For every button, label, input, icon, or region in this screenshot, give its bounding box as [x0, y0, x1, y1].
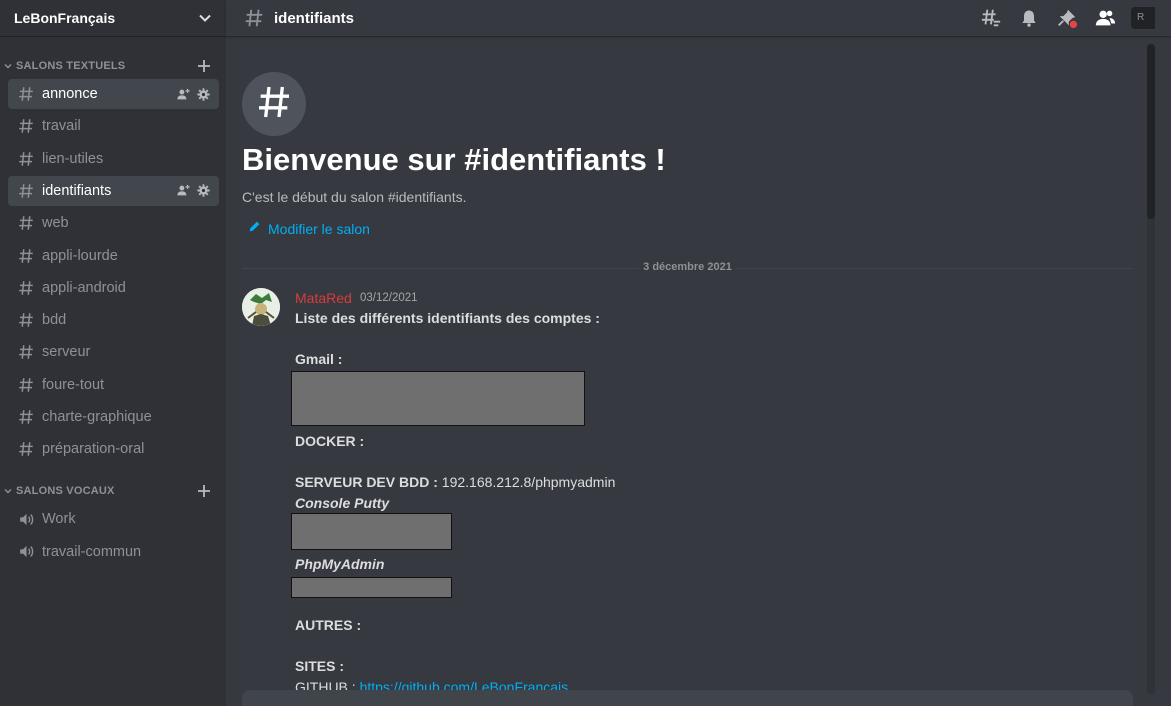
server-dev-value: 192.168.212.8/phpmyadmin	[441, 474, 616, 490]
bell-icon[interactable]	[1017, 6, 1041, 30]
members-icon[interactable]	[1093, 6, 1117, 30]
redacted-block	[291, 513, 452, 550]
phpmyadmin-label: PhpMyAdmin	[295, 556, 385, 572]
channel-item[interactable]: travail	[8, 111, 219, 141]
message-composer[interactable]	[242, 690, 1133, 706]
channel-label: identifiants	[42, 182, 112, 199]
channel-item[interactable]: serveur	[8, 337, 219, 367]
chevron-down-icon	[4, 61, 14, 71]
gear-icon[interactable]	[196, 87, 211, 102]
channel-sidebar: LeBonFrançais SALONS TEXTUELS annonce tra…	[0, 0, 226, 706]
hash-icon	[16, 116, 36, 136]
chevron-down-icon[interactable]	[198, 11, 212, 25]
hash-icon	[16, 375, 36, 395]
hash-icon	[16, 439, 36, 459]
category-label: SALONS VOCAUX	[16, 485, 115, 497]
channel-label: appli-android	[42, 279, 126, 296]
channel-label: foure-tout	[42, 376, 105, 393]
server-dev-line: SERVEUR DEV BDD : 192.168.212.8/phpmyadm…	[295, 474, 615, 490]
hash-icon	[16, 310, 36, 330]
pencil-icon	[248, 220, 261, 238]
hash-icon	[16, 246, 36, 266]
scrollbar-thumb[interactable]	[1147, 44, 1155, 219]
redacted-block	[291, 371, 585, 426]
channel-item[interactable]: foure-tout	[8, 370, 219, 400]
hash-icon	[16, 84, 36, 104]
channel-label: lien-utiles	[42, 150, 104, 167]
edit-channel-label: Modifier le salon	[268, 221, 370, 237]
channel-item[interactable]: charte-graphique	[8, 402, 219, 432]
add-channel-icon[interactable]	[196, 58, 212, 74]
channel-item[interactable]: travail-commun	[8, 537, 219, 567]
message-list: Bienvenue sur #identifiants ! C'est le d…	[226, 38, 1171, 706]
channel-item[interactable]: appli-android	[8, 273, 219, 303]
channel-label: annonce	[42, 86, 98, 102]
hash-icon	[242, 6, 266, 30]
avatar[interactable]	[242, 288, 280, 326]
channel-item[interactable]: appli-lourde	[8, 241, 219, 271]
hash-icon	[16, 407, 36, 427]
hash-icon	[16, 278, 36, 298]
putty-label: Console Putty	[295, 495, 390, 511]
hash-icon	[254, 82, 294, 127]
channel-item[interactable]: Work	[8, 504, 219, 534]
invite-user-icon[interactable]	[176, 183, 191, 198]
hash-icon	[16, 181, 36, 201]
hash-icon	[16, 342, 36, 362]
speaker-icon	[16, 509, 36, 529]
gmail-label: Gmail :	[295, 351, 343, 367]
channel-item[interactable]: bdd	[8, 305, 219, 335]
category-label: SALONS TEXTUELS	[16, 60, 126, 72]
redacted-block	[291, 577, 452, 598]
date-label: 3 décembre 2021	[639, 261, 736, 273]
channel-label: serveur	[42, 344, 91, 361]
hash-icon	[16, 213, 36, 233]
channel-hash-avatar	[242, 72, 306, 136]
server-header[interactable]: LeBonFrançais	[0, 0, 226, 37]
message-intro: Liste des différents identifiants des co…	[295, 310, 600, 326]
pin-icon[interactable]	[1055, 6, 1079, 30]
speaker-icon	[16, 542, 36, 562]
add-channel-icon[interactable]	[196, 483, 212, 499]
channel-item[interactable]: annonce	[8, 79, 219, 109]
message-timestamp: 03/12/2021	[360, 292, 418, 304]
chat-area: identifiants R Bienvenue sur #identifian…	[226, 0, 1171, 706]
gear-icon[interactable]	[196, 183, 211, 198]
message-author[interactable]: MataRed	[295, 290, 352, 306]
channel-header: identifiants R	[226, 0, 1171, 37]
category-text-channels[interactable]: SALONS TEXTUELS	[0, 56, 226, 76]
category-voice-channels[interactable]: SALONS VOCAUX	[0, 481, 226, 501]
channel-label: bdd	[42, 312, 67, 329]
channel-item[interactable]: préparation-oral	[8, 434, 219, 464]
channel-label: web	[42, 215, 69, 232]
channel-label: appli-lourde	[42, 247, 118, 264]
autres-label: AUTRES :	[295, 617, 362, 633]
threads-icon[interactable]	[979, 6, 1003, 30]
channel-item[interactable]: web	[8, 208, 219, 238]
channel-label: charte-graphique	[42, 409, 152, 425]
edit-channel-link[interactable]: Modifier le salon	[248, 220, 370, 238]
welcome-title: Bienvenue sur #identifiants !	[242, 142, 666, 177]
server-name: LeBonFrançais	[14, 10, 116, 26]
sites-label: SITES :	[295, 658, 345, 674]
channel-label: travail	[42, 118, 81, 135]
channel-title: identifiants	[274, 9, 355, 27]
search-input[interactable]: R	[1131, 7, 1155, 29]
channel-item[interactable]: lien-utiles	[8, 144, 219, 174]
server-dev-label: SERVEUR DEV BDD :	[295, 474, 438, 490]
channel-label: préparation-oral	[42, 441, 145, 458]
docker-label: DOCKER :	[295, 433, 365, 449]
chevron-down-icon	[4, 486, 14, 496]
channel-label: Work	[42, 511, 76, 527]
scrollbar-track[interactable]	[1147, 44, 1155, 694]
date-divider: 3 décembre 2021	[242, 260, 1133, 276]
welcome-subtitle: C'est le début du salon #identifiants.	[242, 189, 467, 205]
channel-item[interactable]: identifiants	[8, 175, 219, 206]
invite-user-icon[interactable]	[176, 87, 191, 102]
hash-icon	[16, 149, 36, 169]
channel-label: travail-commun	[42, 543, 142, 560]
